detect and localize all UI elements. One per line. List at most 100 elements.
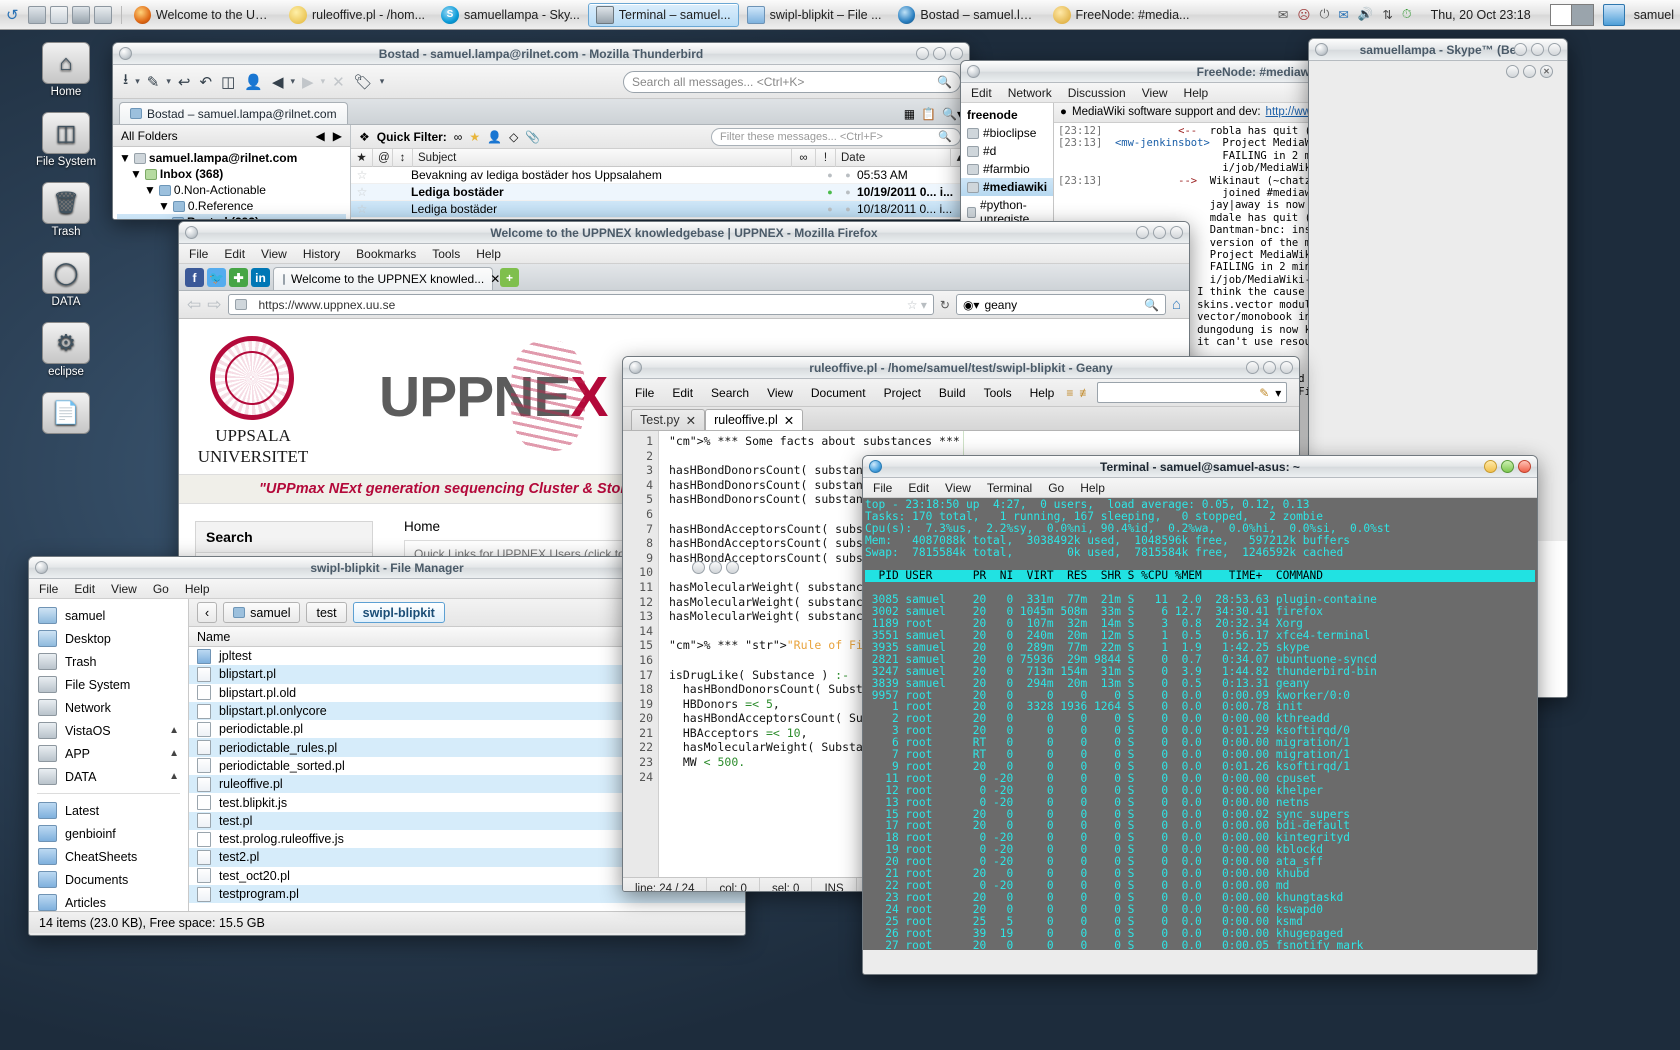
window-icon[interactable]	[72, 5, 90, 24]
folder-bostad[interactable]: Bostad (293)	[117, 214, 346, 219]
close-button[interactable]	[1548, 43, 1561, 56]
tab-testpy[interactable]: Test.py ✕	[631, 409, 706, 430]
firefox-menubar[interactable]: File Edit View History Bookmarks Tools H…	[179, 244, 1189, 264]
workspace-2[interactable]	[1572, 5, 1593, 25]
folder-reference[interactable]: ▼ 0.Reference	[117, 198, 346, 214]
eject-icon[interactable]: ▲	[169, 748, 179, 759]
window-menu-icon[interactable]	[119, 47, 132, 60]
menu-help[interactable]: Help	[1176, 84, 1217, 102]
facebook-icon[interactable]: f	[185, 268, 204, 287]
window-menu-icon[interactable]	[869, 460, 882, 473]
eject-icon[interactable]: ▲	[169, 725, 179, 736]
maximize-button[interactable]	[1153, 226, 1166, 239]
feed-icon[interactable]: ✚	[229, 268, 248, 287]
system-tray[interactable]: ✉ ☹ ⏻ ✉ 🔊 ⇅ ⏱ Thu, 20 Oct 23:18 samuel	[1278, 3, 1680, 26]
get-mail-icon[interactable]: ⭳	[121, 69, 130, 94]
search-icon[interactable]: 🔍	[937, 75, 952, 89]
window-menu-icon[interactable]	[967, 65, 980, 78]
twitter-icon[interactable]: 🐦	[207, 268, 226, 287]
terminal-icon[interactable]	[28, 5, 46, 24]
window-buttons[interactable]	[692, 561, 739, 574]
menu-edit[interactable]: Edit	[963, 84, 1000, 102]
close-button[interactable]	[1280, 361, 1293, 374]
desktop-icon-document[interactable]: 📄	[26, 392, 106, 434]
tag-icon[interactable]: ◇	[509, 130, 518, 144]
eject-icon[interactable]: ▲	[169, 771, 179, 782]
taskbar-item-firefox[interactable]: Welcome to the UPP...	[126, 3, 281, 27]
sidebar-item-desktop[interactable]: Desktop	[29, 627, 188, 650]
menu-view[interactable]: View	[937, 479, 979, 497]
menu-help[interactable]: Help	[468, 245, 509, 263]
close-icon[interactable]: ✕	[686, 413, 696, 428]
forward-icon[interactable]: ⇨	[207, 295, 221, 315]
sidebar-item-data[interactable]: DATA ▲	[29, 765, 188, 788]
folder-account[interactable]: ▼ samuel.lampa@rilnet.com	[117, 150, 346, 166]
close-button[interactable]	[1518, 460, 1531, 473]
bookmark-star-icon[interactable]: ☆ ▾	[907, 298, 927, 312]
titlebar-terminal[interactable]: Terminal - samuel@samuel-asus: ~	[863, 456, 1537, 478]
taskbar-item-terminal[interactable]: Terminal – samuel...	[587, 2, 739, 27]
table-row[interactable]: ☆ Lediga bostäder ● ● 10/18/2011 0... i.…	[351, 201, 969, 218]
star-icon[interactable]: ☆	[351, 168, 373, 182]
places-sidebar[interactable]: samuel Desktop Trash File System Network…	[29, 599, 189, 911]
maximize-button[interactable]	[709, 561, 722, 574]
thunderbird-tabbar[interactable]: Bostad – samuel.lampa@rilnet.com ▦ 📋 🔍▾	[113, 99, 969, 125]
unread-icon[interactable]: ∞	[454, 130, 463, 144]
reload-icon[interactable]: ↻	[940, 298, 950, 312]
chevron-down-icon[interactable]: ▾	[380, 76, 385, 87]
reply-all-icon[interactable]: ↶	[197, 73, 214, 91]
chevron-down-icon[interactable]: ▾	[166, 76, 171, 87]
back-button[interactable]: ‹	[197, 602, 218, 623]
reply-icon[interactable]: ↩	[176, 73, 193, 91]
breadcrumb-samuel[interactable]: samuel	[223, 602, 301, 623]
menu-document[interactable]: Document	[805, 386, 872, 400]
chevron-down-icon[interactable]: ▾	[135, 76, 140, 87]
write-icon[interactable]: ✎	[145, 73, 162, 91]
desktop-icon-home[interactable]: ⌂ Home	[26, 42, 106, 98]
layout-icon[interactable]: ▦	[904, 107, 915, 121]
menu-help[interactable]: Help	[1072, 479, 1113, 497]
menu-help[interactable]: Help	[177, 580, 218, 598]
menu-view[interactable]: View	[103, 580, 145, 598]
star-icon[interactable]: ★	[469, 130, 480, 144]
firefox-navbar[interactable]: ⇦ ⇨ https://www.uppnex.uu.se ☆ ▾ ↻ ◉▾ ge…	[179, 291, 1189, 319]
quick-filter-bar[interactable]: ❖ Quick Filter: ∞ ★ 👤 ◇ 📎 Filter these m…	[351, 125, 969, 149]
unindent-icon[interactable]: ≢	[1079, 386, 1091, 400]
menu-view[interactable]: View	[761, 386, 799, 400]
sidebar-item-documents[interactable]: Documents	[29, 868, 188, 891]
search-all-messages-input[interactable]: Search all messages... <Ctrl+K> 🔍	[623, 70, 961, 93]
folder-pane[interactable]: All Folders ◀ ▶ ▼ samuel.lampa@rilnet.co…	[113, 125, 351, 219]
maximize-button[interactable]	[933, 47, 946, 60]
clock[interactable]: Thu, 20 Oct 23:18	[1421, 8, 1541, 22]
geany-menubar[interactable]: File Edit Search View Document Project B…	[623, 379, 1299, 407]
workspace-1[interactable]	[1550, 4, 1573, 25]
prev-icon[interactable]: ◀	[316, 129, 325, 143]
menu-tools[interactable]: Tools	[424, 245, 468, 263]
window-buttons[interactable]	[916, 47, 963, 60]
chevron-down-icon[interactable]: ▾	[290, 76, 295, 87]
sidebar-item-network[interactable]: Network	[29, 696, 188, 719]
folder-tree[interactable]: ▼ samuel.lampa@rilnet.com ▼ Inbox (368) …	[113, 147, 350, 219]
menu-build[interactable]: Build	[933, 386, 972, 400]
sidebar-item-vistaos[interactable]: VistaOS ▲	[29, 719, 188, 742]
folder-non-actionable[interactable]: ▼ 0.Non-Actionable	[117, 182, 346, 198]
star-icon[interactable]: ☆	[351, 185, 373, 199]
back-icon[interactable]: ⇦	[187, 295, 201, 315]
menu-file[interactable]: File	[629, 386, 660, 400]
sidebar-item-app[interactable]: APP ▲	[29, 742, 188, 765]
taskbar-item-filemanager[interactable]: swipl-blipkit – File ...	[739, 3, 890, 27]
search-input[interactable]: ◉▾ geany 🔍	[955, 294, 1166, 315]
disclosure-icon[interactable]: ▼	[144, 183, 156, 197]
menu-bookmarks[interactable]: Bookmarks	[348, 245, 424, 263]
username-label[interactable]: samuel	[1634, 8, 1674, 22]
menu-tools[interactable]: Tools	[978, 386, 1018, 400]
minimize-button[interactable]	[1136, 226, 1149, 239]
column-priority[interactable]: !	[816, 148, 836, 167]
taskbar-item-thunderbird[interactable]: Bostad – samuel.la...	[890, 3, 1045, 27]
search-icon[interactable]: 🔍	[1144, 298, 1159, 312]
window-thunderbird[interactable]: Bostad - samuel.lampa@rilnet.com - Mozil…	[112, 42, 970, 220]
quick-filter-icon[interactable]: ❖	[359, 130, 370, 144]
window-buttons[interactable]	[1136, 226, 1183, 239]
maximize-button[interactable]	[1523, 65, 1536, 78]
sidebar-item-latest[interactable]: Latest	[29, 799, 188, 822]
